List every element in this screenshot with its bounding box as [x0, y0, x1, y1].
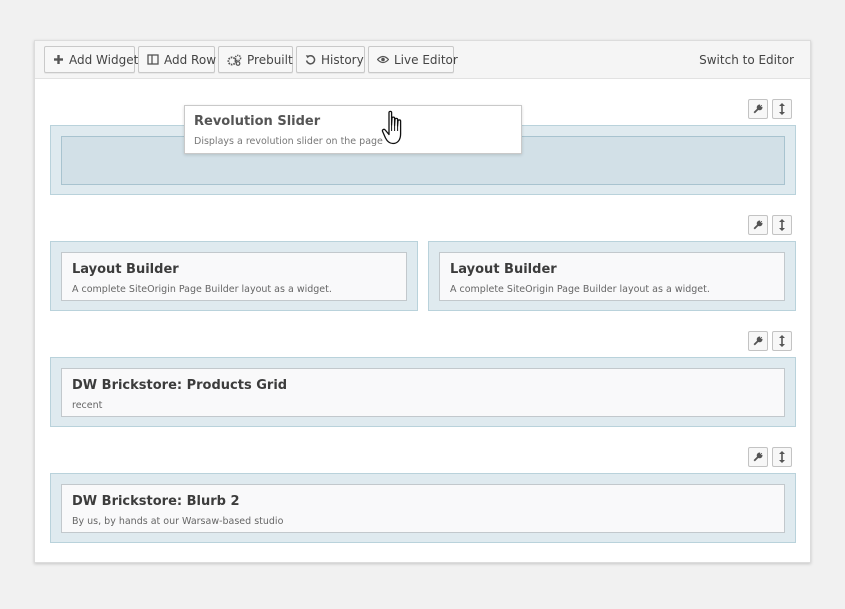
add-row-label: Add Row: [164, 52, 217, 67]
row-4-tools: [748, 447, 792, 467]
widget-title: DW Brickstore: Products Grid: [72, 378, 288, 393]
dragging-widget-title: Revolution Slider: [194, 114, 321, 129]
move-vertical-icon[interactable]: [772, 99, 792, 119]
switch-to-editor-link[interactable]: Switch to Editor: [699, 53, 794, 67]
widget-title: Layout Builder: [72, 262, 179, 277]
columns-icon: [147, 53, 159, 66]
widget-description: By us, by hands at our Warsaw-based stud…: [72, 516, 284, 527]
move-vertical-icon[interactable]: [772, 215, 792, 235]
builder-row-2-cell-1[interactable]: Layout Builder A complete SiteOrigin Pag…: [50, 241, 418, 311]
widget-title: DW Brickstore: Blurb 2: [72, 494, 240, 509]
hand-cursor-icon: [381, 110, 402, 145]
widget-description: A complete SiteOrigin Page Builder layou…: [72, 284, 332, 295]
dragging-widget-card[interactable]: Revolution Slider Displays a revolution …: [184, 105, 522, 154]
widget-card[interactable]: DW Brickstore: Blurb 2 By us, by hands a…: [61, 484, 785, 533]
wrench-icon[interactable]: [748, 447, 768, 467]
row-2-tools: [748, 215, 792, 235]
add-widget-button[interactable]: Add Widget: [44, 46, 139, 73]
widget-description: A complete SiteOrigin Page Builder layou…: [450, 284, 710, 295]
history-label: History: [321, 52, 364, 67]
prebuilt-button[interactable]: Prebuilt: [218, 46, 293, 73]
wrench-icon[interactable]: [748, 331, 768, 351]
move-vertical-icon[interactable]: [772, 447, 792, 467]
plus-icon: [53, 53, 64, 66]
history-button[interactable]: History: [296, 46, 365, 73]
undo-icon: [305, 53, 316, 66]
widget-card[interactable]: DW Brickstore: Products Grid recent: [61, 368, 785, 417]
builder-toolbar: Add Widget Add Row Prebuilt History Live…: [35, 41, 810, 79]
add-widget-label: Add Widget: [69, 52, 139, 67]
dragging-widget-description: Displays a revolution slider on the page: [194, 136, 383, 147]
cogs-icon: [227, 53, 242, 66]
move-vertical-icon[interactable]: [772, 331, 792, 351]
builder-row-4[interactable]: DW Brickstore: Blurb 2 By us, by hands a…: [50, 473, 796, 543]
builder-row-2-cell-2[interactable]: Layout Builder A complete SiteOrigin Pag…: [428, 241, 796, 311]
widget-card[interactable]: Layout Builder A complete SiteOrigin Pag…: [439, 252, 785, 301]
widget-description: recent: [72, 400, 103, 411]
widget-title: Layout Builder: [450, 262, 557, 277]
eye-icon: [377, 53, 389, 66]
row-3-tools: [748, 331, 792, 351]
add-row-button[interactable]: Add Row: [138, 46, 217, 73]
live-editor-button[interactable]: Live Editor: [368, 46, 458, 73]
wrench-icon[interactable]: [748, 215, 768, 235]
row-1-tools: [748, 99, 792, 119]
wrench-icon[interactable]: [748, 99, 768, 119]
builder-row-3[interactable]: DW Brickstore: Products Grid recent: [50, 357, 796, 427]
prebuilt-label: Prebuilt: [247, 52, 293, 67]
live-editor-label: Live Editor: [394, 52, 458, 67]
widget-card[interactable]: Layout Builder A complete SiteOrigin Pag…: [61, 252, 407, 301]
